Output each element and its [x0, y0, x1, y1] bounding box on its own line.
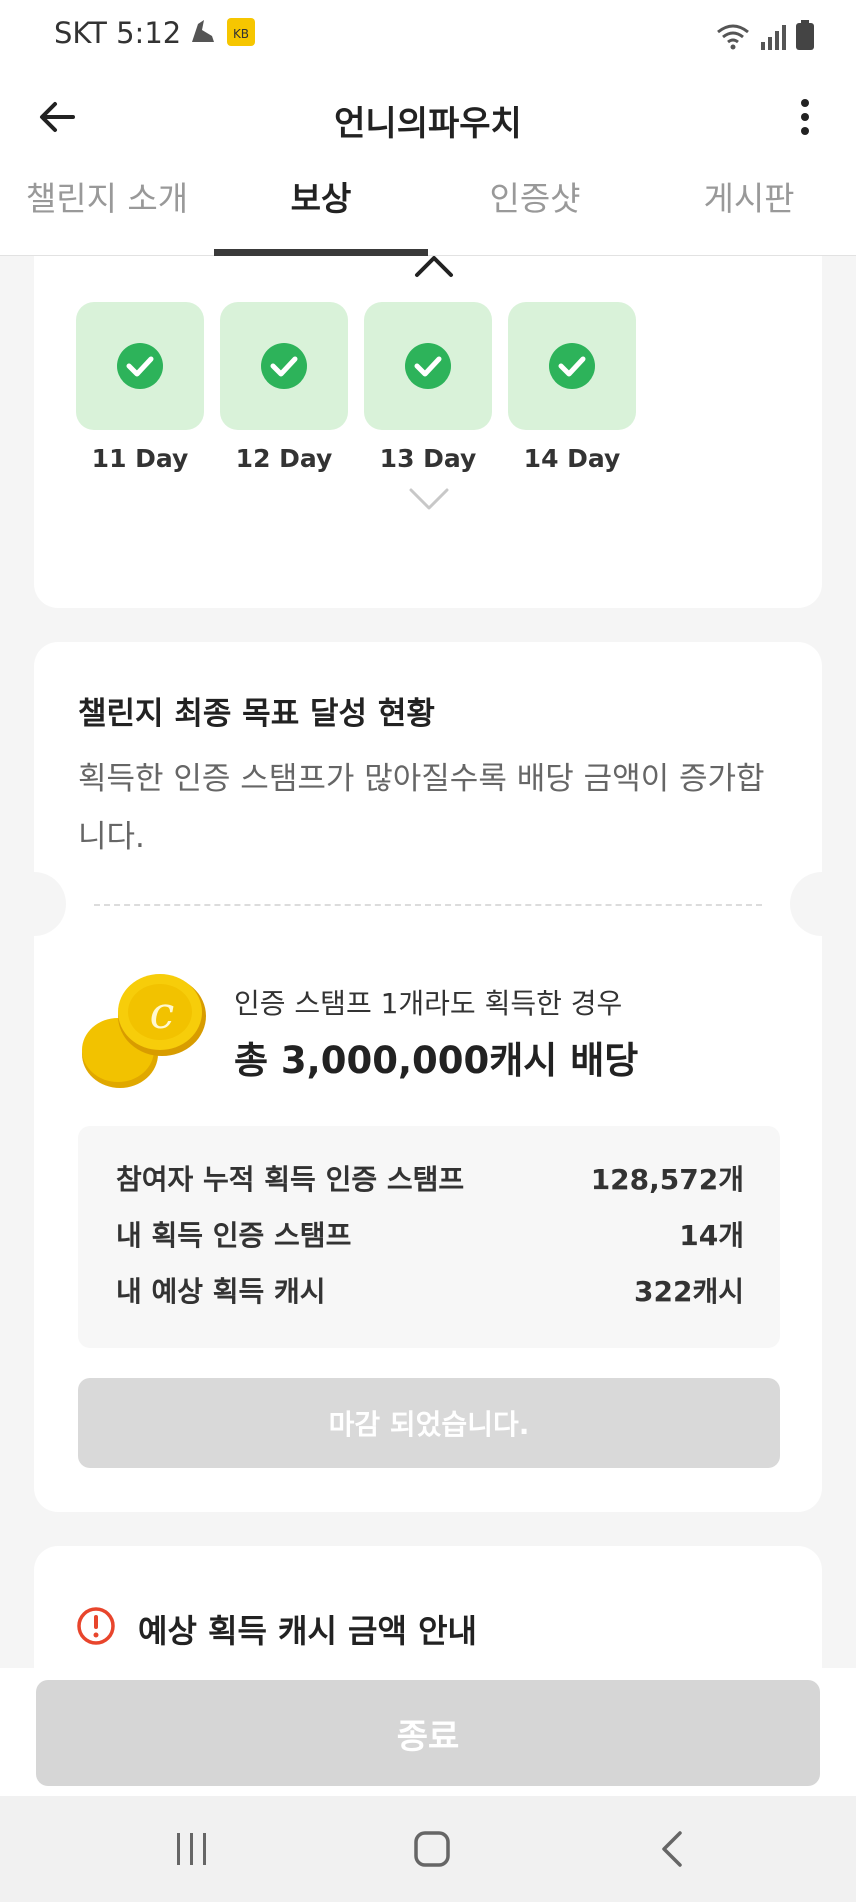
stats-box: 참여자 누적 획득 인증 스탬프 128,572개 내 획득 인증 스탬프 14… [78, 1126, 780, 1348]
goal-status-card: 챌린지 최종 목표 달성 현황 획득한 인증 스탬프가 많아질수록 배당 금액이… [2, 642, 854, 1512]
notice-title: 예상 획득 캐시 금액 안내 [138, 1612, 477, 1650]
dashed-divider [94, 904, 762, 906]
reward-condition: 인증 스탬프 1개라도 획득한 경우 [234, 987, 623, 1020]
day-label: 13 Day [379, 444, 477, 473]
stamp-box [364, 302, 492, 430]
bottom-action-bar: 종료 [0, 1668, 856, 1796]
goal-title: 챌린지 최종 목표 달성 현황 [78, 696, 435, 732]
chevron-down-icon[interactable] [408, 486, 450, 512]
coin-icon: c [82, 974, 206, 1088]
system-nav-bar [0, 1796, 856, 1902]
stat-value: 322캐시 [634, 1275, 744, 1308]
tab-reward[interactable]: 보상 [214, 168, 428, 256]
day-stamp-14: 14 Day [508, 302, 636, 473]
closed-button[interactable]: 마감 되었습니다. [78, 1378, 780, 1468]
tab-proof-shot[interactable]: 인증샷 [428, 168, 642, 256]
recent-apps-button[interactable] [152, 1816, 232, 1882]
day-stamp-11: 11 Day [76, 302, 204, 473]
status-time: SKT 5:12 [54, 16, 182, 50]
ticket-notch-left [2, 872, 66, 936]
home-icon [414, 1831, 450, 1867]
stat-row-total-stamps: 참여자 누적 획득 인증 스탬프 128,572개 [116, 1158, 744, 1214]
more-vert-icon [801, 99, 809, 135]
home-button[interactable] [392, 1816, 472, 1882]
goal-description: 획득한 인증 스탬프가 많아질수록 배당 금액이 증가합니다. [78, 761, 765, 855]
stat-label: 참여자 누적 획득 인증 스탬프 [116, 1163, 465, 1196]
ticket-notch-right [790, 872, 854, 936]
end-button[interactable]: 종료 [36, 1680, 820, 1786]
kb-app-icon: KB [227, 18, 255, 46]
recent-apps-icon [177, 1833, 206, 1865]
tab-challenge-intro[interactable]: 챌린지 소개 [0, 168, 214, 256]
stat-value: 128,572개 [590, 1163, 744, 1196]
svg-text:KB: KB [233, 27, 249, 41]
back-icon [662, 1831, 682, 1867]
svg-text:c: c [150, 988, 175, 1039]
tab-indicator [214, 249, 428, 256]
day-label: 11 Day [91, 444, 189, 473]
day-stamp-12: 12 Day [220, 302, 348, 473]
stat-row-expected-cash: 내 예상 획득 캐시 322캐시 [116, 1270, 744, 1326]
system-back-button[interactable] [632, 1816, 712, 1882]
more-menu-button[interactable] [772, 84, 838, 150]
shoe-icon [192, 20, 214, 42]
page-title: 언니의파우치 [334, 104, 522, 144]
day-label: 12 Day [235, 444, 333, 473]
check-circle-icon [261, 343, 307, 389]
check-circle-icon [549, 343, 595, 389]
status-bar: SKT 5:12 KB [0, 0, 856, 68]
stat-value: 14개 [679, 1219, 744, 1252]
stat-row-my-stamps: 내 획득 인증 스탬프 14개 [116, 1214, 744, 1270]
warning-icon [77, 1607, 115, 1645]
battery-icon [796, 20, 814, 50]
stamp-box [508, 302, 636, 430]
app-bar: 언니의파우치 [0, 68, 856, 168]
reward-amount: 총 3,000,000캐시 배당 [234, 1039, 639, 1082]
day-stamp-13: 13 Day [364, 302, 492, 473]
scroll-content[interactable]: 11 Day 12 Day 13 Day 14 Day 챌린지 최종 목표 달성… [0, 256, 856, 1668]
cash-notice-card: 예상 획득 캐시 금액 안내 [34, 1546, 822, 1668]
chevron-up-icon[interactable] [414, 256, 454, 278]
tab-bar: 챌린지 소개 보상 인증샷 게시판 [0, 168, 856, 256]
stat-label: 내 예상 획득 캐시 [116, 1275, 326, 1308]
day-label: 14 Day [523, 444, 621, 473]
tab-board[interactable]: 게시판 [642, 168, 856, 256]
check-circle-icon [117, 343, 163, 389]
stat-label: 내 획득 인증 스탬프 [116, 1219, 352, 1252]
signal-icon [761, 25, 786, 50]
check-circle-icon [405, 343, 451, 389]
stamp-box [76, 302, 204, 430]
stamp-calendar-card: 11 Day 12 Day 13 Day 14 Day [34, 256, 822, 608]
wifi-icon [717, 24, 749, 50]
stamp-box [220, 302, 348, 430]
